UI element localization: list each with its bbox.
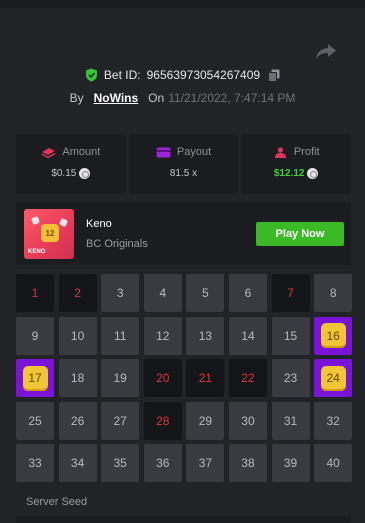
play-now-button[interactable]: Play Now	[256, 222, 344, 246]
game-card: 12 KENO Keno BC Originals Play Now	[16, 202, 351, 265]
keno-cell: 33	[16, 444, 54, 482]
keno-cell: 5	[186, 274, 225, 312]
thumb-title: KENO	[28, 249, 46, 255]
keno-cell: 37	[186, 444, 225, 482]
keno-cell: 17	[16, 359, 54, 397]
keno-cell: 27	[101, 401, 140, 440]
keno-cell: 40	[314, 444, 353, 482]
keno-cell: 24	[314, 359, 353, 397]
keno-cell: 14	[228, 316, 267, 355]
bet-id-value: 96563973054267409	[146, 68, 261, 82]
hit-gem: 17	[22, 365, 48, 391]
coin-icon	[79, 168, 91, 179]
coin-icon	[307, 168, 319, 179]
bet-byline: By NoWins On 11/21/2022, 7:47:14 PM	[0, 91, 365, 105]
top-strip	[0, 0, 365, 8]
amount-value: $0.15	[51, 168, 77, 179]
payout-label: Payout	[176, 146, 212, 158]
thumb-ball: 12	[41, 224, 59, 242]
keno-cell: 30	[228, 401, 267, 440]
keno-cell: 26	[58, 401, 97, 440]
keno-board: 1 2 3 4 5 6 7 8 9 10 11 12 13 14 15 16 17 18 19 20 21 22 23 24 2…	[16, 274, 353, 482]
hit-gem: 16	[320, 323, 346, 348]
keno-cell: 28	[143, 401, 182, 440]
profit-value: $12.12	[273, 168, 305, 179]
stat-profit: Profit $12.12	[241, 134, 352, 194]
keno-cell: 32	[314, 401, 353, 440]
keno-cell: 8	[314, 274, 353, 312]
person-icon	[274, 146, 286, 158]
keno-cell: 7	[271, 274, 310, 312]
bet-datetime: 11/21/2022, 7:47:14 PM	[168, 91, 296, 105]
keno-cell: 13	[186, 316, 225, 355]
keno-cell: 36	[143, 444, 182, 482]
server-seed-field[interactable]	[16, 516, 351, 523]
stat-payout: Payout 81.5 x	[128, 134, 239, 194]
bet-id-label: Bet ID:	[103, 68, 141, 82]
keno-cell: 20	[143, 359, 182, 397]
keno-cell: 10	[58, 316, 97, 355]
keno-cell: 35	[101, 444, 140, 482]
keno-cell: 38	[228, 444, 267, 482]
keno-cell: 16	[314, 316, 353, 355]
profit-label: Profit	[293, 146, 320, 158]
copy-icon[interactable]	[268, 69, 280, 82]
thumb-decor	[58, 217, 69, 228]
keno-cell: 12	[143, 316, 182, 355]
game-provider: BC Originals	[86, 238, 148, 250]
keno-cell: 6	[228, 274, 267, 312]
shield-check-icon	[85, 68, 97, 82]
keno-cell: 15	[271, 316, 310, 355]
amount-label: Amount	[62, 146, 101, 158]
keno-cell: 3	[101, 274, 140, 312]
keno-cell: 21	[186, 359, 225, 397]
user-link[interactable]: NoWins	[94, 91, 139, 105]
keno-cell: 19	[101, 359, 140, 397]
card-icon	[156, 147, 171, 157]
keno-cell: 4	[143, 274, 182, 312]
bet-id-row: Bet ID: 96563973054267409	[0, 68, 365, 82]
stack-icon	[41, 147, 56, 158]
keno-cell: 11	[101, 316, 140, 355]
payout-value: 81.5 x	[169, 168, 198, 179]
bet-stats: Amount $0.15 Payout 81.5 x Profit $12.12	[16, 134, 352, 194]
share-icon[interactable]	[315, 42, 337, 60]
server-seed-label: Server Seed	[26, 496, 88, 508]
keno-thumbnail[interactable]: 12 KENO	[24, 209, 74, 259]
stat-amount: Amount $0.15	[16, 134, 126, 194]
hit-gem: 24	[320, 365, 346, 391]
keno-cell: 23	[271, 359, 310, 397]
game-name: Keno	[86, 218, 112, 230]
on-label: On	[148, 91, 165, 105]
keno-cell: 9	[16, 316, 54, 355]
keno-cell: 18	[58, 359, 97, 397]
keno-cell: 2	[58, 274, 97, 312]
keno-cell: 22	[228, 359, 267, 397]
keno-cell: 31	[271, 401, 310, 440]
keno-cell: 34	[58, 444, 97, 482]
thumb-decor	[31, 216, 40, 225]
keno-cell: 25	[16, 401, 54, 440]
by-label: By	[69, 91, 84, 105]
keno-cell: 1	[16, 274, 54, 312]
keno-cell: 39	[271, 444, 310, 482]
keno-cell: 29	[186, 401, 225, 440]
